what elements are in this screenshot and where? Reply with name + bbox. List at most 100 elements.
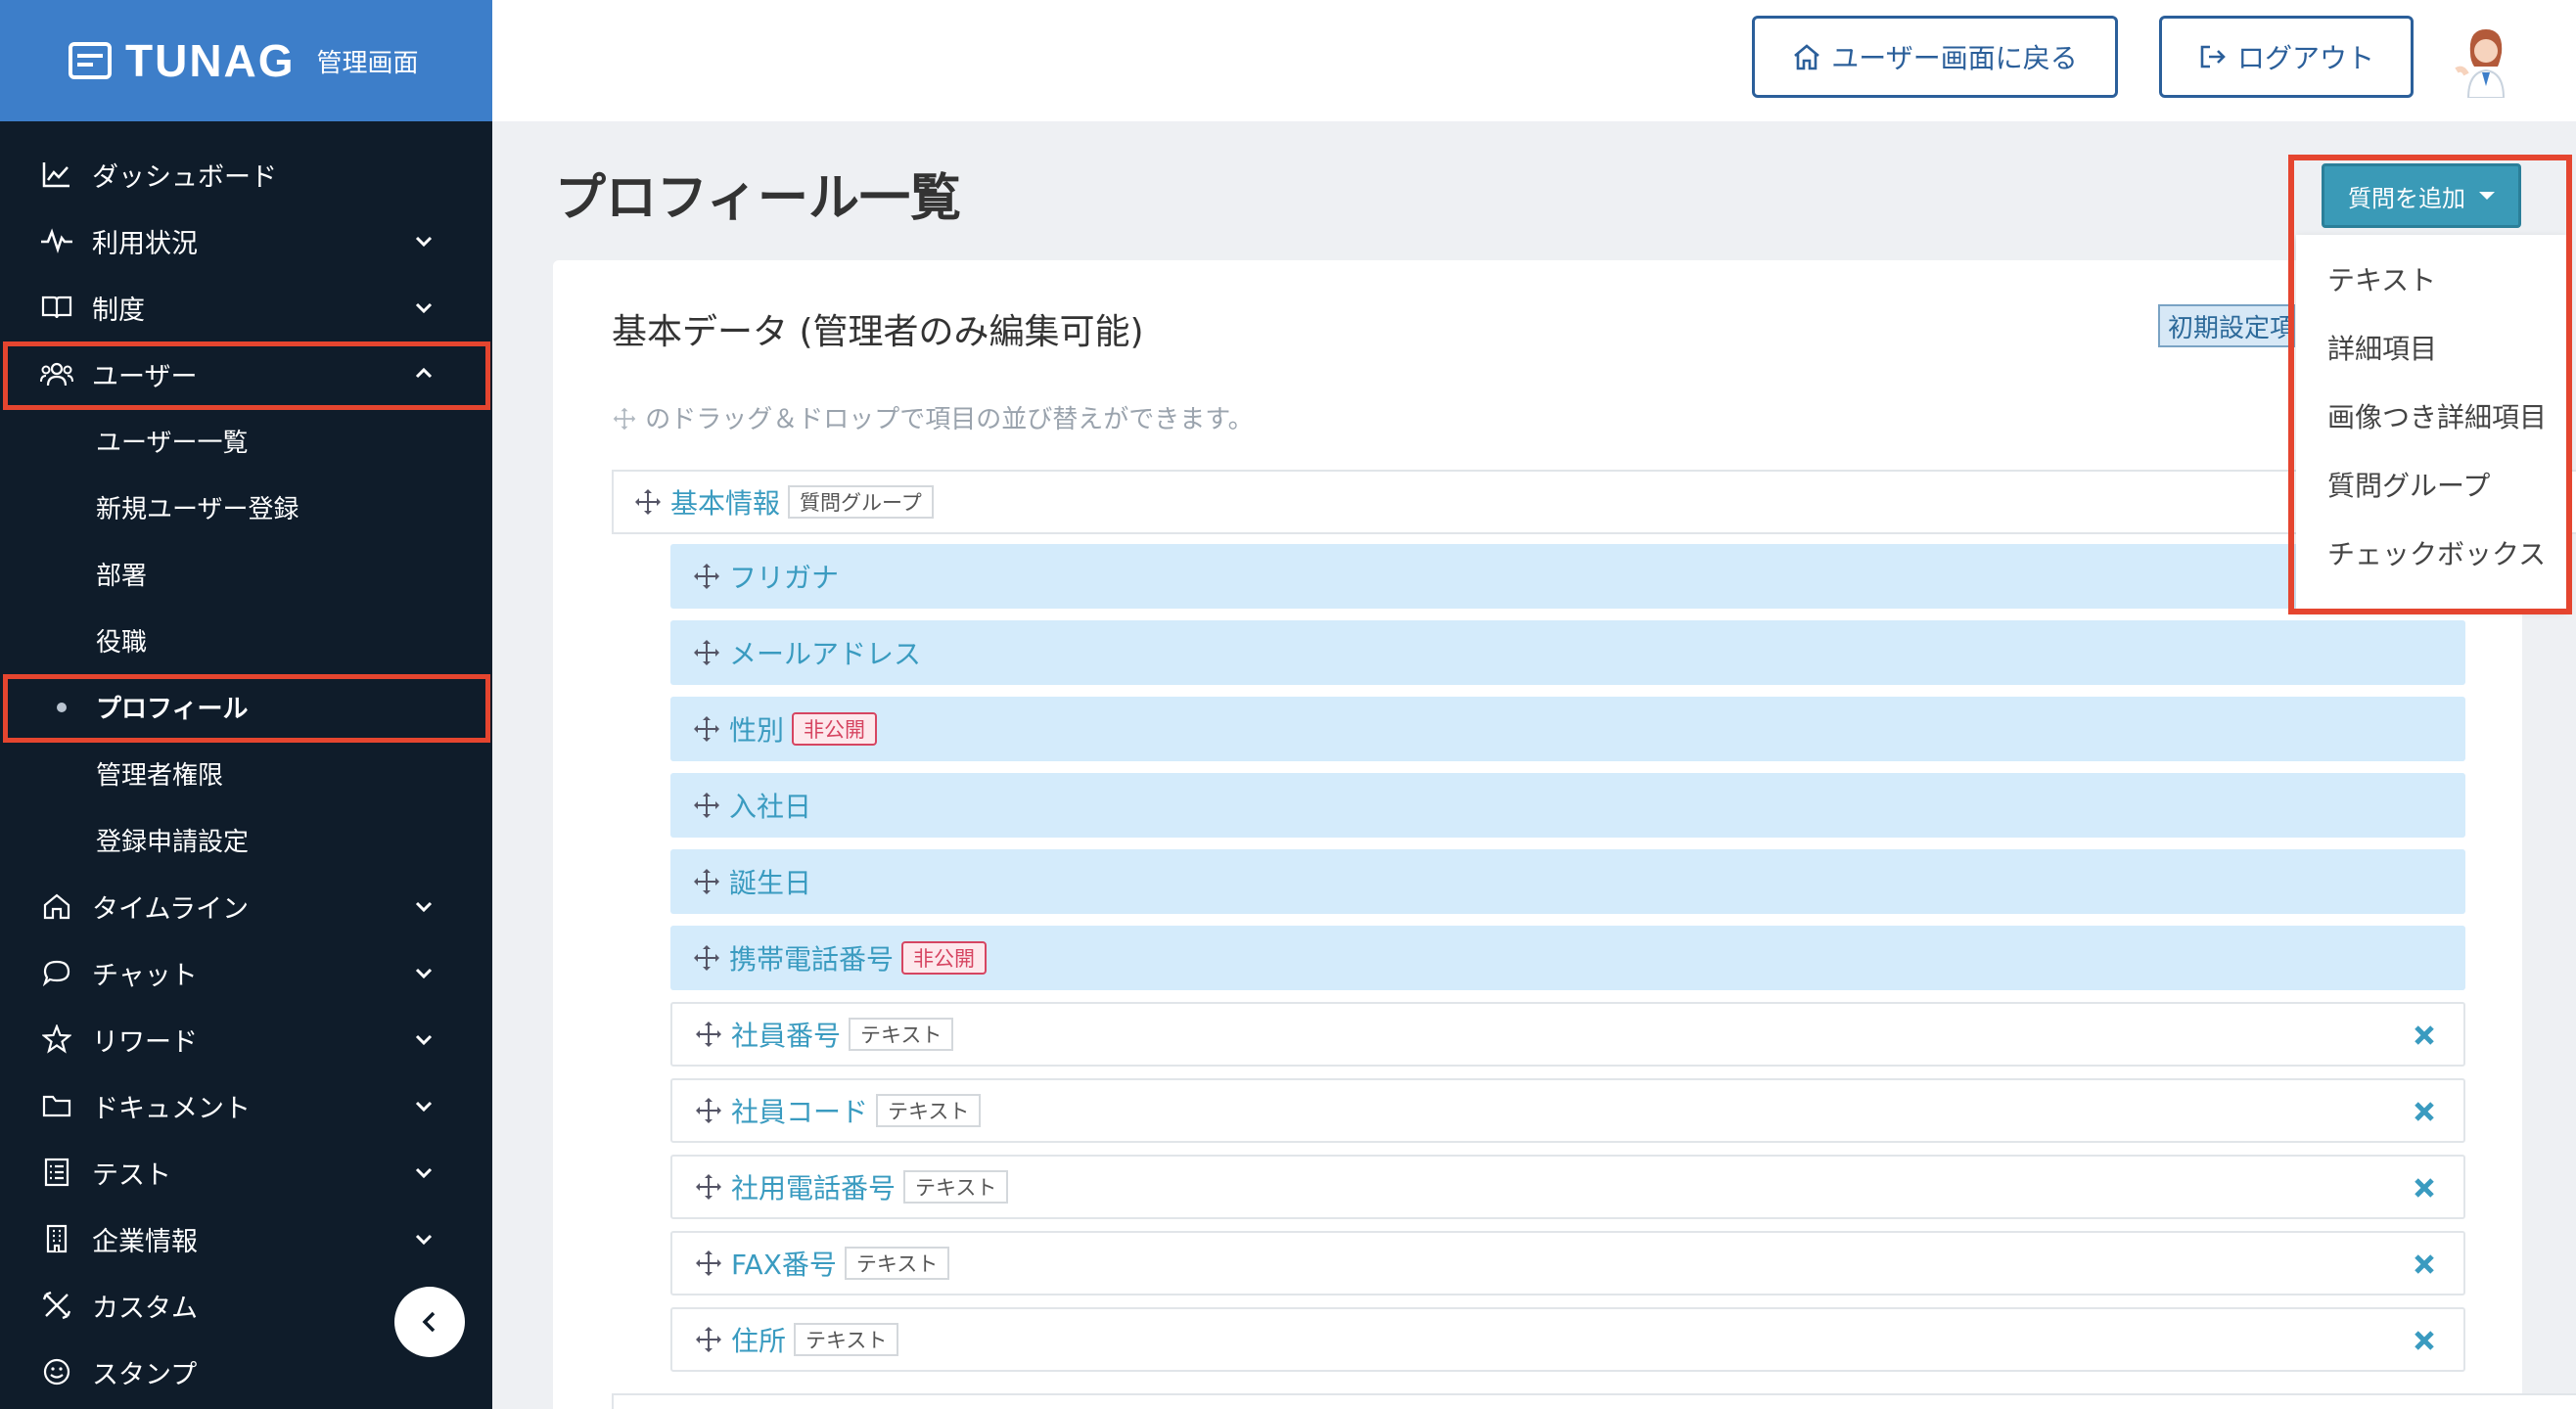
item-label[interactable]: 誕生日 (729, 862, 811, 901)
highlight-add-menu (2288, 155, 2572, 614)
profile-item-row[interactable]: 性別 非公開 (670, 697, 2465, 761)
initial-settings-badge[interactable]: 初期設定項目 (2158, 304, 2295, 347)
sidebar-item-label: ドキュメント (92, 1093, 251, 1124)
sidebar-subitem-label: 新規ユーザー登録 (96, 494, 299, 524)
user-avatar[interactable] (2449, 23, 2519, 99)
type-tag: テキスト (794, 1323, 899, 1356)
profile-item-row[interactable]: 社員コード テキスト (670, 1078, 2465, 1143)
move-icon[interactable] (692, 714, 721, 744)
brand-header[interactable]: TUNAG 管理画面 (0, 0, 492, 121)
move-icon[interactable] (692, 867, 721, 896)
highlight-users (3, 341, 490, 410)
chevron-down-icon (415, 901, 433, 913)
move-icon[interactable] (692, 791, 721, 820)
drag-hint: のドラッグ＆ドロップで項目の並び替えができます。 (612, 399, 1254, 435)
sidebar-item-system[interactable]: 制度 (0, 274, 492, 341)
profile-item-row[interactable]: 誕生日 (670, 849, 2465, 914)
sidebar-item-document[interactable]: ドキュメント (0, 1072, 492, 1139)
item-label[interactable]: 性別 (729, 709, 784, 749)
sidebar-subitem-label: ユーザー一覧 (96, 428, 249, 458)
brand-subtitle: 管理画面 (316, 48, 419, 78)
sidebar-item-company[interactable]: 企業情報 (0, 1205, 492, 1272)
move-icon[interactable] (633, 487, 663, 517)
move-icon[interactable] (692, 943, 721, 973)
type-tag: テキスト (876, 1094, 982, 1127)
profile-item-row[interactable]: 入社日 (670, 773, 2465, 838)
delete-icon[interactable] (2413, 1252, 2436, 1276)
item-label[interactable]: メールアドレス (729, 633, 921, 672)
sidebar-item-reward[interactable]: リワード (0, 1006, 492, 1072)
sidebar-subitem-department[interactable]: 部署 (0, 540, 492, 607)
logout-button[interactable]: ログアウト (2159, 16, 2414, 98)
delete-icon[interactable] (2413, 1100, 2436, 1123)
sidebar-subitem-registration-settings[interactable]: 登録申請設定 (0, 806, 492, 873)
sidebar-collapse-button[interactable] (394, 1287, 465, 1357)
item-label[interactable]: FAX番号 (731, 1244, 837, 1283)
tunag-logo-icon (69, 42, 112, 79)
tools-icon (39, 1288, 74, 1323)
delete-icon[interactable] (2413, 1023, 2436, 1047)
delete-icon[interactable] (2413, 1329, 2436, 1352)
back-to-user-label: ユーザー画面に戻る (1831, 42, 2078, 74)
item-label[interactable]: フリガナ (729, 557, 839, 596)
sidebar-subitem-new-user[interactable]: 新規ユーザー登録 (0, 474, 492, 540)
profile-item-row[interactable]: 住所 テキスト (670, 1307, 2465, 1372)
item-label[interactable]: 入社日 (729, 786, 811, 825)
item-label[interactable]: 住所 (731, 1320, 786, 1359)
sidebar-item-timeline[interactable]: タイムライン (0, 873, 492, 939)
sidebar: TUNAG 管理画面 ダッシュボード 利用状況 制度 ユーザー ユーザー一覧 新… (0, 0, 492, 1409)
logout-label: ログアウト (2236, 42, 2374, 74)
brand-logo-text: TUNAG (125, 35, 296, 86)
private-badge: 非公開 (792, 712, 878, 746)
sidebar-item-usage[interactable]: 利用状況 (0, 207, 492, 274)
profile-item-row[interactable]: 社用電話番号 テキスト (670, 1155, 2465, 1219)
sidebar-subitem-admin-rights[interactable]: 管理者権限 (0, 740, 492, 806)
sidebar-item-chat[interactable]: チャット (0, 939, 492, 1006)
move-icon[interactable] (694, 1172, 723, 1202)
building-icon (39, 1221, 74, 1256)
sidebar-subitem-user-list[interactable]: ユーザー一覧 (0, 407, 492, 474)
move-icon[interactable] (694, 1096, 723, 1125)
sidebar-item-label: 制度 (92, 295, 145, 326)
move-icon[interactable] (692, 638, 721, 667)
question-group-row[interactable]: 基本情報 質問グループ (612, 470, 2576, 534)
item-label[interactable]: 携帯電話番号 (729, 938, 894, 977)
profile-item-row[interactable]: メールアドレス (670, 620, 2465, 685)
sidebar-item-label: リワード (92, 1026, 198, 1058)
move-icon[interactable] (694, 1249, 723, 1278)
pulse-icon (39, 223, 74, 258)
sidebar-item-label: チャット (92, 960, 198, 991)
sidebar-item-label: スタンプ (92, 1359, 198, 1390)
star-icon (39, 1022, 74, 1057)
item-label[interactable]: 社員コード (731, 1091, 868, 1130)
sidebar-item-test[interactable]: テスト (0, 1139, 492, 1205)
sidebar-item-label: カスタム (92, 1293, 198, 1324)
group-label[interactable]: 基本情報 (670, 482, 780, 522)
sidebar-item-label: ダッシュボード (92, 161, 277, 193)
home-icon (39, 888, 74, 924)
profile-item-row[interactable]: フリガナ (670, 544, 2465, 609)
next-group-row[interactable] (612, 1393, 2576, 1409)
highlight-profile (3, 674, 490, 743)
back-to-user-button[interactable]: ユーザー画面に戻る (1752, 16, 2118, 98)
sidebar-item-dashboard[interactable]: ダッシュボード (0, 141, 492, 207)
chevron-down-icon (415, 968, 433, 979)
profile-item-row[interactable]: FAX番号 テキスト (670, 1231, 2465, 1295)
smile-icon (39, 1354, 74, 1389)
profile-card: 基本データ (管理者のみ編集可能) 初期設定項目 のドラッグ＆ドロップで項目の並… (553, 260, 2576, 1409)
profile-item-row[interactable]: 社員番号 テキスト (670, 1002, 2465, 1067)
item-label[interactable]: 社用電話番号 (731, 1167, 896, 1206)
sidebar-item-label: タイムライン (92, 893, 250, 925)
profile-item-row[interactable]: 携帯電話番号 非公開 (670, 926, 2465, 990)
sidebar-subitem-label: 管理者権限 (96, 760, 224, 791)
move-icon[interactable] (694, 1325, 723, 1354)
delete-icon[interactable] (2413, 1176, 2436, 1200)
book-icon (39, 290, 74, 325)
type-tag: テキスト (903, 1170, 1009, 1204)
move-icon[interactable] (694, 1020, 723, 1049)
chevron-left-icon (422, 1311, 436, 1333)
sidebar-subitem-position[interactable]: 役職 (0, 607, 492, 673)
move-icon[interactable] (692, 562, 721, 591)
page-title: プロフィール一覧 (555, 169, 961, 228)
item-label[interactable]: 社員番号 (731, 1015, 841, 1054)
